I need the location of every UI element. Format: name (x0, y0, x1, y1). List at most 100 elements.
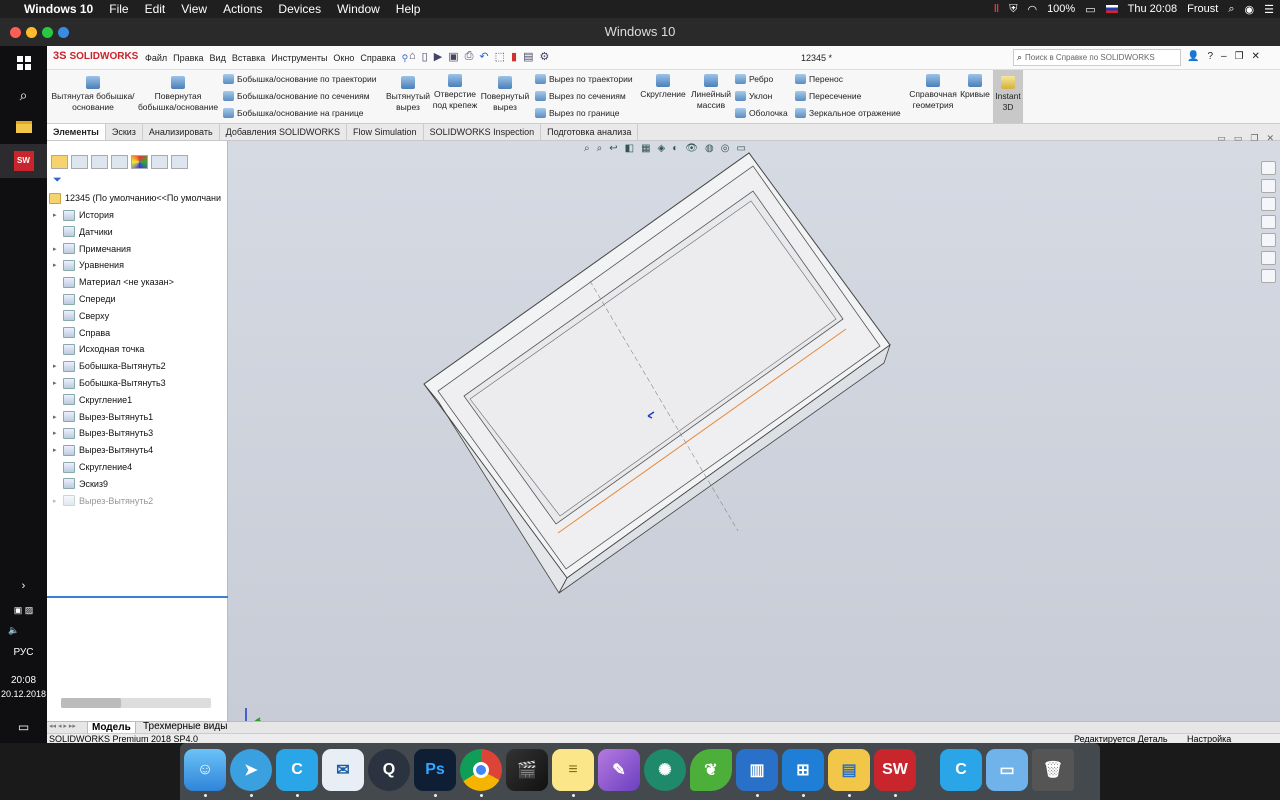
wifi-icon[interactable]: ◠ (1027, 3, 1037, 16)
expand-arrow-icon[interactable]: ▸ (53, 211, 63, 219)
tree-item[interactable]: Скругление1 (53, 392, 132, 408)
cam-tab-icon[interactable] (151, 155, 168, 169)
help-icon[interactable]: ? (1207, 51, 1213, 62)
scrollbar-thumb[interactable] (61, 698, 121, 708)
undo-icon[interactable]: ↶ (479, 50, 488, 63)
sw-menu-edit[interactable]: Правка (173, 53, 203, 64)
mail-icon[interactable]: ✉ (322, 749, 364, 791)
property-manager-tab-icon[interactable] (71, 155, 88, 169)
solidworks-taskbar-icon[interactable]: SW (0, 144, 47, 178)
file-properties-icon[interactable]: ▤ (523, 50, 533, 63)
expand-arrow-icon[interactable]: ▸ (53, 497, 63, 505)
hole-wizard-button[interactable]: Отверстие под крепеж (431, 74, 479, 111)
menu-file[interactable]: File (101, 2, 136, 16)
close-window-button[interactable] (10, 27, 21, 38)
rebuild-icon[interactable]: ▮ (511, 50, 517, 63)
windows-vm-icon[interactable]: ▥ (736, 749, 778, 791)
save-icon[interactable]: ▣ (448, 50, 458, 63)
curves-button[interactable]: Кривые (957, 74, 993, 100)
display-tab-icon[interactable] (171, 155, 188, 169)
search-icon[interactable]: ⌕ (1228, 3, 1234, 16)
siri-icon[interactable]: ◉ (1245, 3, 1255, 16)
battery-icon[interactable]: ▭ (1085, 3, 1095, 16)
file-explorer-icon[interactable] (0, 110, 47, 144)
tree-item[interactable]: Датчики (53, 224, 113, 240)
revolve-boss-button[interactable]: Повернутая бобышка/основание (137, 76, 219, 113)
sw-menu-window[interactable]: Окно (333, 53, 354, 64)
tree-item[interactable]: Спереди (53, 291, 115, 307)
tree-item[interactable]: Материал <не указан> (53, 274, 174, 290)
reference-geometry-button[interactable]: Справочная геометрия (907, 74, 959, 111)
revolved-cut-button[interactable]: Повернутый вырез (479, 76, 531, 113)
notification-icon[interactable]: ▭ (0, 710, 47, 744)
windows-start-icon[interactable] (0, 46, 47, 80)
finder-icon[interactable]: ☺ (184, 749, 226, 791)
tree-item[interactable]: Сверху (53, 308, 109, 324)
tree-item[interactable]: ▸ Вырез-Вытянуть3 (53, 425, 153, 441)
swept-cut-button[interactable]: Вырез по траектории (535, 74, 633, 84)
parallels-icon[interactable]: ‖ (994, 3, 999, 15)
configuration-tab-icon[interactable] (91, 155, 108, 169)
photoshop-icon[interactable]: Ps (414, 749, 456, 791)
battery-percent[interactable]: 100% (1047, 3, 1075, 15)
pin-icon[interactable]: ⚲ (402, 53, 409, 64)
tree-item[interactable]: ▸ Бобышка-Вытянуть3 (53, 375, 166, 391)
expand-arrow-icon[interactable]: ▸ (53, 261, 63, 269)
rib-button[interactable]: Ребро (735, 74, 773, 84)
tab-3d-views[interactable]: Трехмерные виды (139, 721, 231, 732)
loft-boss-button[interactable]: Бобышка/основание по сечениям (223, 91, 370, 101)
instant3d-button[interactable]: Instant 3D (993, 70, 1023, 123)
menu-edit[interactable]: Edit (137, 2, 174, 16)
extruded-cut-button[interactable]: Вытянутый вырез (383, 76, 433, 113)
graphics-area[interactable]: ⌕ ⌕ ↩ ◧ ▦ ◈ ◐ 👁 ◍ ◎ ▭ ▭ ▭ ❐ ✕ (228, 133, 1280, 739)
new-document-icon[interactable]: ▯ (422, 50, 428, 63)
folder-icon[interactable]: ▭ (986, 749, 1028, 791)
final-cut-icon[interactable]: 🎬 (506, 749, 548, 791)
sw-menu-view[interactable]: Вид (210, 53, 226, 64)
minimize-icon[interactable]: – (1221, 51, 1227, 62)
quicktime-icon[interactable]: Q (368, 749, 410, 791)
home-icon[interactable]: ⌂ (409, 50, 416, 63)
telegram-icon[interactable]: ➤ (230, 749, 272, 791)
tree-item[interactable]: ▸ Примечания (53, 241, 131, 257)
horizontal-scrollbar[interactable] (61, 698, 211, 708)
tree-item[interactable]: ▸ Вырез-Вытянуть4 (53, 442, 153, 458)
extrude-boss-button[interactable]: Вытянутая бобышка/основание (51, 76, 135, 113)
linear-pattern-button[interactable]: Линейный массив (687, 74, 735, 111)
taskbar-date[interactable]: 20.12.2018 (0, 688, 47, 700)
menu-window[interactable]: Window (329, 2, 388, 16)
minimize-window-button[interactable] (26, 27, 37, 38)
menu-help[interactable]: Help (388, 2, 429, 16)
menu-actions[interactable]: Actions (215, 2, 270, 16)
sw-menu-insert[interactable]: Вставка (232, 53, 265, 64)
expand-arrow-icon[interactable]: ▸ (53, 362, 63, 370)
tray-icons[interactable]: ▣ ▨ (0, 602, 47, 618)
boundary-boss-button[interactable]: Бобышка/основание на границе (223, 108, 363, 118)
shield-icon[interactable]: ⛨ (1009, 3, 1017, 16)
tab-scroll-arrows[interactable]: ◂◂ ◂ ▸ ▸▸ (49, 722, 76, 730)
explorer-icon[interactable]: ▤ (828, 749, 870, 791)
tree-item[interactable]: Справа (53, 325, 110, 341)
tab-addins[interactable]: Добавления SOLIDWORKS (220, 124, 348, 140)
tree-item[interactable]: ▸ Бобышка-Вытянуть2 (53, 358, 166, 374)
expand-arrow-icon[interactable]: ▸ (53, 245, 63, 253)
select-icon[interactable]: ⬚ (495, 50, 505, 63)
close-icon[interactable]: ✕ (1252, 51, 1260, 62)
tree-item[interactable]: ▸ Вырез-Вытянуть2 (53, 493, 153, 509)
options-gear-icon[interactable]: ⚙ (540, 50, 550, 63)
user-icon[interactable]: 👤 (1187, 51, 1199, 62)
boundary-cut-button[interactable]: Вырез по границе (535, 108, 620, 118)
expand-arrow-icon[interactable]: ▸ (53, 446, 63, 454)
tab-analysis-prep[interactable]: Подготовка анализа (541, 124, 639, 140)
tree-item[interactable]: Эскиз9 (53, 476, 108, 492)
tab-inspection[interactable]: SOLIDWORKS Inspection (424, 124, 542, 140)
sweep-boss-button[interactable]: Бобышка/основание по траектории (223, 74, 377, 84)
zoom-window-button[interactable] (42, 27, 53, 38)
dimxpert-tab-icon[interactable] (111, 155, 128, 169)
leaf-icon[interactable]: ❦ (690, 749, 732, 791)
intersect-button[interactable]: Пересечение (795, 91, 861, 101)
taskbar-time[interactable]: 20:08 (0, 674, 47, 686)
part-model[interactable] (228, 141, 1280, 721)
filter-icon[interactable]: ⏷ (53, 174, 62, 187)
menu-devices[interactable]: Devices (270, 2, 329, 16)
